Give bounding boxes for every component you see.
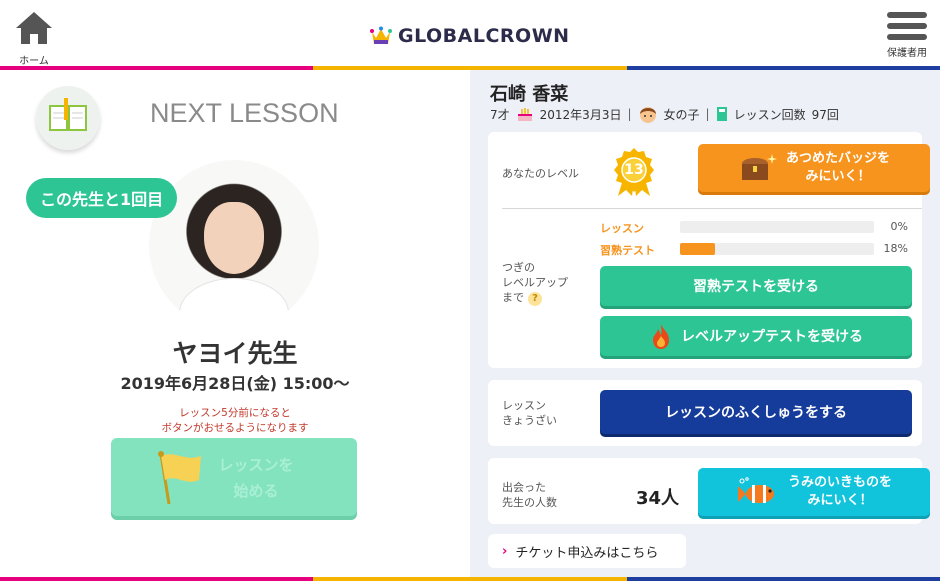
ticket-application-label: チケット申込みはこちら <box>515 545 659 561</box>
view-badges-line1: あつめたバッジを <box>785 151 890 166</box>
review-label-line2: きょうざい <box>502 414 557 427</box>
proficiency-test-button[interactable]: 習熟テストを受ける <box>600 266 912 306</box>
birthday-cake-icon <box>517 108 532 121</box>
review-label-line1: レッスン <box>502 399 546 412</box>
view-badges-button[interactable]: あつめたバッジを みにいく！ <box>698 144 930 192</box>
girl-face-icon <box>639 107 656 123</box>
next-lesson-title: NEXT LESSON <box>150 98 339 128</box>
teacher-photo <box>149 160 319 330</box>
brand-logo: GLOBALCROWN <box>370 22 570 50</box>
guardian-menu-button[interactable]: 保護者用 <box>882 12 932 59</box>
review-card: レッスン きょうざい レッスンのふくしゅうをする <box>488 380 922 446</box>
teacher-name: ヤヨイ先生 <box>172 339 298 368</box>
view-badges-line2: みにいく！ <box>805 169 871 184</box>
met-teachers-count: 34人 <box>636 488 680 509</box>
progress-lesson-percent: 0% <box>890 220 908 233</box>
treasure-chest-icon <box>741 154 777 180</box>
student-age: 7才 <box>490 107 510 122</box>
student-info: 7才 2012年3月3日 | 女の子 | レッスン回数 97回 <box>490 104 839 124</box>
clownfish-icon <box>737 477 774 503</box>
level-medal-icon: 13 <box>612 146 656 198</box>
levelup-test-label: レベルアップテストを受ける <box>681 329 863 345</box>
student-birthday: 2012年3月3日 <box>539 107 622 122</box>
levelup-label-line3: まで <box>502 291 524 304</box>
start-notice: レッスン5分前になると ボタンがおせるようになります <box>0 406 470 436</box>
start-lesson-label: レッスンを 始める <box>211 452 301 504</box>
student-name: 石崎 香菜 <box>490 84 569 105</box>
level-divider <box>502 208 922 209</box>
footer-color-stripe <box>0 577 940 581</box>
sea-creatures-line1: うみのいきものを <box>787 475 892 490</box>
progress-test-label: 習熟テスト <box>600 244 655 257</box>
fire-icon <box>653 324 669 349</box>
level-card: あなたのレベル 13 あつめたバッジを みにいく！ つぎの レベルアップ まで … <box>488 132 930 368</box>
start-lesson-button[interactable]: レッスンを 始める <box>111 438 357 516</box>
sea-creatures-button[interactable]: うみのいきものを みにいく！ <box>698 468 930 516</box>
book-icon <box>36 86 100 150</box>
help-icon[interactable]: ? <box>528 292 542 306</box>
crown-icon <box>370 26 392 44</box>
next-lesson-panel: NEXT LESSON この先生と1回目 ヤヨイ先生 2019年6月28日(金)… <box>0 70 470 577</box>
student-panel: 石崎 香菜 7才 2012年3月3日 | 女の子 | レッスン回数 97回 あな… <box>470 70 940 577</box>
progress-test-percent: 18% <box>883 242 908 255</box>
student-gender: 女の子 <box>663 107 700 122</box>
first-lesson-badge: この先生と1回目 <box>26 178 178 218</box>
met-label-line1: 出会った <box>502 481 546 494</box>
met-teachers-card: 出会った 先生の人数 34人 うみのいきものを みにいく！ <box>488 458 930 524</box>
chevron-right-icon: › <box>502 543 508 559</box>
lesson-count-label: レッスン回数 <box>733 107 806 122</box>
flag-icon <box>158 451 201 505</box>
start-notice-line2: ボタンがおせるようになります <box>161 422 309 434</box>
logo-text: GLOBALCROWN <box>398 25 570 47</box>
progress-test-bar <box>680 243 874 255</box>
sea-creatures-line2: みにいく！ <box>807 493 873 508</box>
levelup-label-line1: つぎの <box>502 261 535 274</box>
notebook-icon <box>716 107 727 121</box>
app-header: ホーム GLOBALCROWN 保護者用 <box>0 0 940 67</box>
review-label: レッスン きょうざい <box>502 398 557 428</box>
progress-test-fill <box>680 243 715 255</box>
start-lesson-label-line1: レッスンを <box>218 456 294 474</box>
level-label: あなたのレベル <box>502 167 579 180</box>
start-lesson-label-line2: 始める <box>233 482 279 500</box>
home-icon <box>16 12 52 44</box>
home-button[interactable]: ホーム <box>12 10 56 67</box>
met-label-line2: 先生の人数 <box>502 496 557 509</box>
levelup-test-button[interactable]: レベルアップテストを受ける <box>600 316 912 356</box>
levelup-label-line2: レベルアップ <box>502 276 568 289</box>
progress-lesson-bar <box>680 221 874 233</box>
start-notice-line1: レッスン5分前になると <box>179 407 291 419</box>
lesson-datetime: 2019年6月28日(金) 15:00〜 <box>120 374 350 393</box>
met-label: 出会った 先生の人数 <box>502 480 557 510</box>
hamburger-icon <box>882 12 932 40</box>
lesson-count: 97回 <box>811 107 839 122</box>
guardian-label: 保護者用 <box>887 48 927 59</box>
levelup-label: つぎの レベルアップ まで? <box>502 260 568 306</box>
review-lesson-button[interactable]: レッスンのふくしゅうをする <box>600 390 912 434</box>
progress-lesson-label: レッスン <box>600 222 644 235</box>
home-label: ホーム <box>19 56 49 67</box>
level-value: 13 <box>624 162 644 178</box>
ticket-application-button[interactable]: › チケット申込みはこちら <box>488 534 686 568</box>
